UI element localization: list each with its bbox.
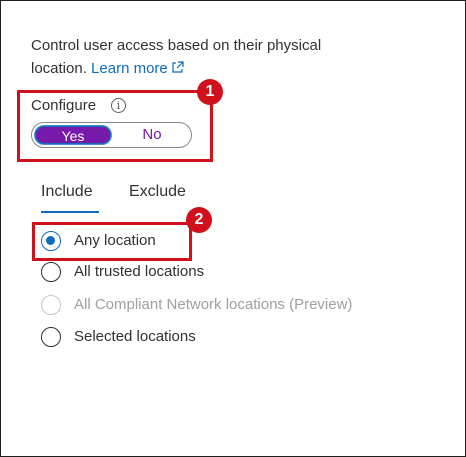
radio-button-disabled [41, 295, 61, 315]
radio-label: Any location [74, 232, 156, 249]
radio-button[interactable] [41, 262, 61, 282]
radio-button-checked[interactable] [41, 231, 61, 251]
radio-button[interactable] [41, 327, 61, 347]
callout-2-badge: 2 [186, 207, 212, 233]
panel: Control user access based on their physi… [0, 0, 466, 457]
radio-label: All Compliant Network locations (Preview… [74, 296, 353, 313]
tab-include[interactable]: Include [41, 183, 93, 201]
toggle-no-option[interactable]: No [114, 126, 190, 144]
description: Control user access based on their physi… [31, 34, 361, 80]
callout-1-badge: 1 [197, 79, 223, 105]
tab-exclude[interactable]: Exclude [129, 183, 186, 201]
radio-label: All trusted locations [74, 263, 205, 280]
toggle-yes-option[interactable]: Yes [35, 126, 111, 144]
configure-toggle: Yes No [31, 122, 192, 148]
radio-label: Selected locations [74, 328, 196, 345]
active-tab-indicator [41, 211, 99, 213]
info-icon[interactable]: i [111, 98, 126, 113]
configure-label: Configure [31, 97, 97, 114]
learn-more-link[interactable]: Learn more [91, 60, 184, 77]
external-link-icon [172, 61, 184, 73]
